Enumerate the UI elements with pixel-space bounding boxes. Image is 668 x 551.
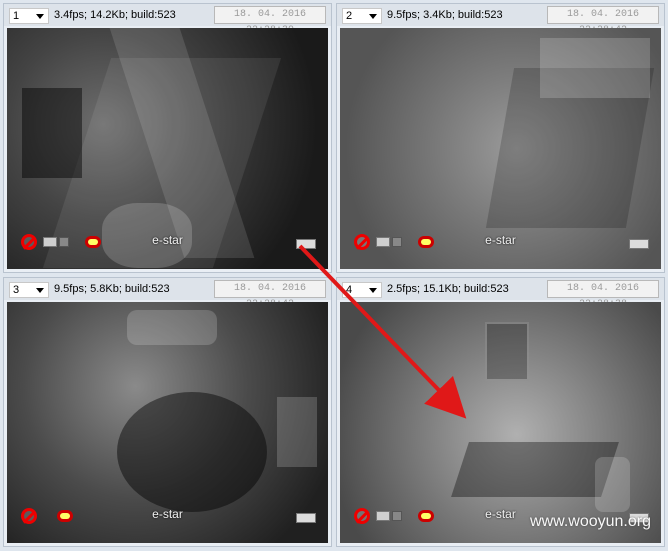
- record-icon: [85, 236, 101, 248]
- camera-icon: [59, 237, 69, 247]
- status-icons: [354, 507, 434, 525]
- stream-stats: 9.5fps; 3.4Kb; build:523: [387, 9, 503, 21]
- dropdown-arrow-icon: [369, 288, 377, 293]
- channel-select[interactable]: 2: [342, 8, 382, 24]
- camera-video-2[interactable]: e-star: [340, 28, 661, 269]
- camera-icon: [392, 511, 402, 521]
- camera-panel-3: 3 9.5fps; 5.8Kb; build:523 18. 04. 2016 …: [3, 277, 332, 547]
- disk-icon: [296, 513, 316, 523]
- brand-label: e-star: [152, 233, 183, 247]
- stream-stats: 2.5fps; 15.1Kb; build:523: [387, 283, 509, 295]
- no-audio-icon: [21, 508, 37, 524]
- no-audio-icon: [21, 234, 37, 250]
- dropdown-arrow-icon: [369, 14, 377, 19]
- camera-icon: [392, 237, 402, 247]
- dropdown-arrow-icon: [36, 288, 44, 293]
- scene-window: [540, 38, 650, 98]
- stream-stats: 9.5fps; 5.8Kb; build:523: [54, 283, 170, 295]
- channel-value: 1: [13, 10, 20, 22]
- channel-select[interactable]: 1: [9, 8, 49, 24]
- scene-stool: [595, 457, 630, 512]
- record-icon: [418, 510, 434, 522]
- channel-select[interactable]: 4: [342, 282, 382, 298]
- panel-header: 1 3.4fps; 14.2Kb; build:523 18. 04. 2016…: [4, 4, 331, 36]
- panel-header: 4 2.5fps; 15.1Kb; build:523 18. 04. 2016…: [337, 278, 664, 310]
- channel-select[interactable]: 3: [9, 282, 49, 298]
- camera-icon: [43, 237, 57, 247]
- stream-stats: 3.4fps; 14.2Kb; build:523: [54, 9, 176, 21]
- camera-panel-1: 1 3.4fps; 14.2Kb; build:523 18. 04. 2016…: [3, 3, 332, 273]
- scene-sign: [277, 397, 317, 467]
- disk-icon: [296, 239, 316, 249]
- no-audio-icon: [354, 234, 370, 250]
- camera-video-3[interactable]: e-star: [7, 302, 328, 543]
- panel-header: 2 9.5fps; 3.4Kb; build:523 18. 04. 2016 …: [337, 4, 664, 36]
- camera-panel-2: 2 9.5fps; 3.4Kb; build:523 18. 04. 2016 …: [336, 3, 665, 273]
- channel-value: 4: [346, 284, 353, 296]
- camera-video-1[interactable]: e-star: [7, 28, 328, 269]
- channel-value: 3: [13, 284, 20, 296]
- channel-value: 2: [346, 10, 353, 22]
- timestamp: 18. 04. 2016 22:28:42: [214, 280, 326, 310]
- timestamp: 18. 04. 2016 22:28:39: [214, 6, 326, 36]
- brand-label: e-star: [485, 507, 516, 521]
- dropdown-arrow-icon: [36, 14, 44, 19]
- scene-painting: [485, 322, 529, 381]
- scene-car: [127, 310, 217, 345]
- record-icon: [418, 236, 434, 248]
- camera-panel-4: 4 2.5fps; 15.1Kb; build:523 18. 04. 2016…: [336, 277, 665, 547]
- scene-chairs: [22, 88, 82, 178]
- disk-icon: [629, 239, 649, 249]
- panel-header: 3 9.5fps; 5.8Kb; build:523 18. 04. 2016 …: [4, 278, 331, 310]
- timestamp: 18. 04. 2016 22:28:38: [547, 280, 659, 310]
- status-icons: [21, 507, 73, 525]
- brand-label: e-star: [152, 507, 183, 521]
- status-icons: [354, 233, 434, 251]
- timestamp: 18. 04. 2016 22:28:42: [547, 6, 659, 36]
- scene-wet-ground: [117, 392, 267, 512]
- camera-icon: [376, 237, 390, 247]
- record-icon: [57, 510, 73, 522]
- camera-video-4[interactable]: e-star www.wooyun.org: [340, 302, 661, 543]
- no-audio-icon: [354, 508, 370, 524]
- brand-label: e-star: [485, 233, 516, 247]
- scene-table: [451, 442, 619, 497]
- watermark: www.wooyun.org: [530, 513, 651, 530]
- status-icons: [21, 233, 101, 251]
- camera-icon: [376, 511, 390, 521]
